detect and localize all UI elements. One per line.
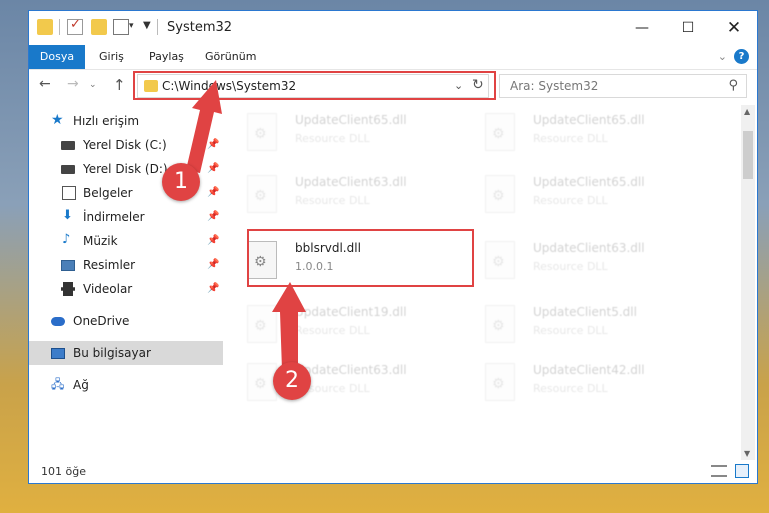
arrow-2 (272, 282, 306, 370)
arrow-1 (186, 80, 222, 173)
callout-step-2: 2 (273, 362, 311, 400)
annotation-arrows (186, 80, 306, 370)
callout-step-1: 1 (162, 163, 200, 201)
